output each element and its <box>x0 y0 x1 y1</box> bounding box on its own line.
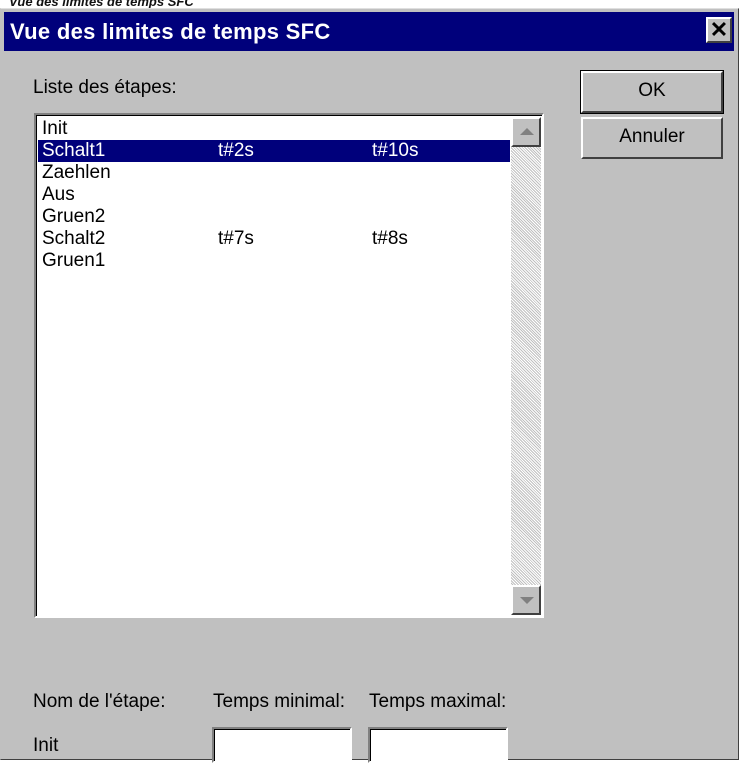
step-name-cell: Schalt1 <box>42 140 106 161</box>
close-icon: ✕ <box>709 17 729 42</box>
scroll-up-button[interactable] <box>511 117 541 147</box>
arrow-down-icon <box>520 597 534 604</box>
step-name-cell: Gruen2 <box>42 206 106 227</box>
list-item[interactable]: Zaehlen <box>38 162 510 184</box>
min-time-label: Temps minimal: <box>213 691 345 712</box>
step-listbox[interactable]: Init Schalt1 t#2s t#10s Zaehlen Aus Gruen2 Scha… <box>34 113 544 618</box>
vertical-scrollbar[interactable] <box>511 117 541 615</box>
scroll-down-button[interactable] <box>511 585 541 615</box>
step-name-value: Init <box>33 735 59 756</box>
window-caption: Vue des limites de temps SFC <box>9 0 194 9</box>
min-time-input[interactable] <box>212 727 352 763</box>
step-name-cell: Gruen1 <box>42 250 106 271</box>
title-bar[interactable]: Vue des limites de temps SFC ✕ <box>4 12 734 51</box>
step-list-rows: Init Schalt1 t#2s t#10s Zaehlen Aus Gruen2 Scha… <box>38 118 510 272</box>
ok-button[interactable]: OK <box>580 70 724 114</box>
step-list-label: Liste des étapes: <box>33 77 177 98</box>
step-name-cell: Zaehlen <box>42 162 111 183</box>
step-name-label: Nom de l'étape: <box>33 691 166 712</box>
max-time-input[interactable] <box>368 727 508 763</box>
list-item[interactable]: Schalt1 t#2s t#10s <box>38 140 510 162</box>
min-time-cell: t#7s <box>218 228 254 249</box>
max-time-label: Temps maximal: <box>369 691 507 712</box>
cancel-button[interactable]: Annuler <box>581 117 723 159</box>
list-item[interactable]: Gruen1 <box>38 250 510 272</box>
step-name-cell: Init <box>42 118 68 139</box>
step-name-cell: Aus <box>42 184 75 205</box>
min-time-cell: t#2s <box>218 140 254 161</box>
list-item[interactable]: Init <box>38 118 510 140</box>
arrow-up-icon <box>520 128 534 135</box>
dialog-title: Vue des limites de temps SFC <box>10 19 331 44</box>
list-item[interactable]: Gruen2 <box>38 206 510 228</box>
list-item[interactable]: Aus <box>38 184 510 206</box>
max-time-cell: t#10s <box>372 140 419 161</box>
max-time-cell: t#8s <box>372 228 408 249</box>
close-button[interactable]: ✕ <box>706 17 732 43</box>
step-name-cell: Schalt2 <box>42 228 106 249</box>
list-item[interactable]: Schalt2 t#7s t#8s <box>38 228 510 250</box>
